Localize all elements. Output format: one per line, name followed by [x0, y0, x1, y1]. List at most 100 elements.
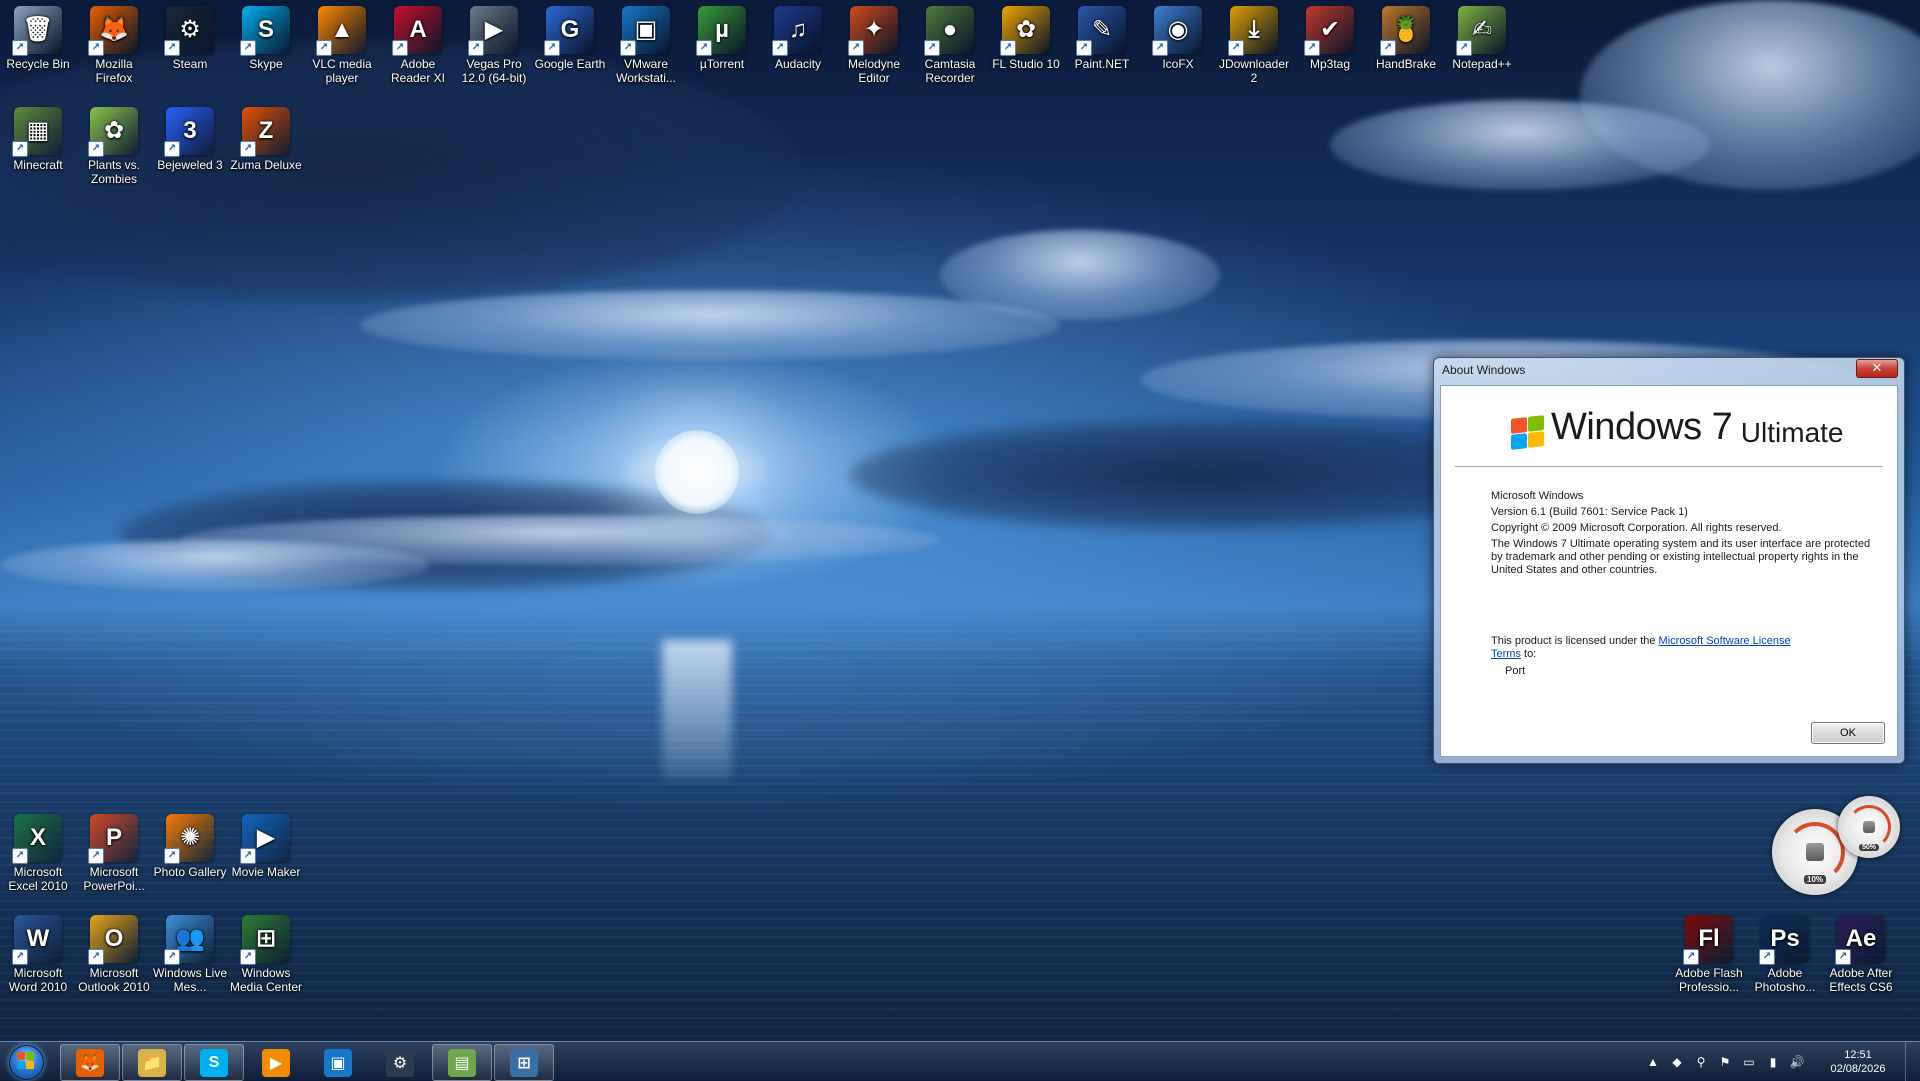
adobe-after-effects-icon: Ae ↗ [1835, 915, 1885, 965]
utorrent-icon: µ ↗ [696, 6, 746, 56]
safely-remove-icon[interactable]: ▭ [1741, 1054, 1757, 1070]
desktop-icon[interactable]: ⤓ ↗ JDownloader 2 [1216, 4, 1292, 85]
desktop-icon[interactable]: ✔ ↗ Mp3tag [1292, 4, 1368, 71]
notification-area: ▲ ◆ ⚲ ⚑ ▭ ▮ 🔊 12:51 02/08/2026 [1641, 1042, 1920, 1081]
close-button[interactable]: ✕ [1856, 359, 1898, 378]
desktop-icon[interactable]: O ↗ Microsoft Outlook 2010 [76, 913, 152, 994]
shortcut-arrow-icon: ↗ [164, 141, 180, 157]
adobe-photoshop-icon: Ps ↗ [1759, 915, 1809, 965]
desktop-icon-label: Adobe After Effects CS6 [1829, 966, 1893, 994]
network-signal-icon[interactable]: ▮ [1765, 1054, 1781, 1070]
steam-icon: ⚙ [386, 1048, 414, 1077]
desktop-icon[interactable]: 🦊 ↗ Mozilla Firefox [76, 4, 152, 85]
wallpaper-cloud [1330, 100, 1710, 190]
desktop-icon-label: Minecraft [13, 158, 63, 172]
desktop-icon[interactable]: ✍ ↗ Notepad++ [1444, 4, 1520, 71]
desktop-icon[interactable]: ▲ ↗ VLC media player [304, 4, 380, 85]
desktop-icon-label: Adobe Flash Professio... [1675, 966, 1743, 994]
desktop-icon[interactable]: ▶ ↗ Movie Maker [228, 812, 304, 879]
desktop-icon[interactable]: P ↗ Microsoft PowerPoi... [76, 812, 152, 893]
desktop-icon[interactable]: 🗑 ↗ Recycle Bin [0, 4, 76, 71]
desktop-icon[interactable]: Ps ↗ Adobe Photosho... [1747, 913, 1823, 994]
desktop-icon[interactable]: ▣ ↗ VMware Workstati... [608, 4, 684, 85]
desktop-icon[interactable]: 👥 ↗ Windows Live Mes... [152, 913, 228, 994]
volume-icon[interactable]: 🔊 [1789, 1054, 1805, 1070]
desktop-icon[interactable]: ✺ ↗ Photo Gallery [152, 812, 228, 879]
desktop-icon-label: JDownloader 2 [1218, 57, 1290, 85]
taskbar-button[interactable]: 🦊 [60, 1044, 120, 1081]
nvidia-icon[interactable]: ◆ [1669, 1054, 1685, 1070]
taskbar-button[interactable]: ▣ [308, 1044, 368, 1081]
about-windows-dialog[interactable]: About Windows ✕ Windows 7 Ultimate Micro… [1433, 357, 1905, 764]
desktop-icon[interactable]: 🍍 ↗ HandBrake [1368, 4, 1444, 71]
license-suffix: to: [1520, 648, 1537, 660]
desktop-icon[interactable]: ♫ ↗ Audacity [760, 4, 836, 71]
shortcut-arrow-icon: ↗ [924, 40, 940, 56]
windows-7-logo: Windows 7 Ultimate [1509, 406, 1844, 450]
desktop-icon[interactable]: µ ↗ µTorrent [684, 4, 760, 71]
photo-gallery-icon: ✺ ↗ [164, 814, 214, 864]
shortcut-arrow-icon: ↗ [1228, 40, 1244, 56]
action-center-flag-icon[interactable]: ⚑ [1717, 1054, 1733, 1070]
desktop-icon-label: Microsoft Excel 2010 [8, 865, 68, 893]
desktop-icon[interactable]: Fl ↗ Adobe Flash Professio... [1671, 913, 1747, 994]
dialog-titlebar[interactable]: About Windows ✕ [1434, 358, 1904, 380]
desktop-icon[interactable]: ● ↗ Camtasia Recorder [912, 4, 988, 85]
taskbar: 🦊 📁 S ▶ ▣ ⚙ ▤ ⊞ ▲ ◆ ⚲ ⚑ ▭ ▮ 🔊 12:51 02/08/2026 [0, 1041, 1920, 1081]
taskbar-button[interactable]: ⊞ [494, 1044, 554, 1081]
desktop-icon[interactable]: 3 ↗ Bejeweled 3 [152, 105, 228, 172]
show-hidden-icons[interactable]: ▲ [1645, 1054, 1661, 1070]
desktop-icon[interactable]: Z ↗ Zuma Deluxe [228, 105, 304, 172]
desktop-icon-label: Paint.NET [1074, 57, 1130, 71]
adobe-reader-icon: A ↗ [392, 6, 442, 56]
skype-icon: S ↗ [240, 6, 290, 56]
shortcut-arrow-icon: ↗ [620, 40, 636, 56]
desktop-icon[interactable]: ▦ ↗ Minecraft [0, 105, 76, 172]
desktop-icon[interactable]: ✎ ↗ Paint.NET [1064, 4, 1140, 71]
desktop-icon[interactable]: ✦ ↗ Melodyne Editor [836, 4, 912, 85]
desktop-icon-label: Windows Live Mes... [152, 966, 228, 994]
shortcut-arrow-icon: ↗ [164, 848, 180, 864]
desktop-icon[interactable]: A ↗ Adobe Reader XI [380, 4, 456, 85]
network-sharing-icon[interactable]: ⚲ [1693, 1054, 1709, 1070]
show-desktop-button[interactable] [1905, 1042, 1920, 1081]
clock[interactable]: 12:51 02/08/2026 [1817, 1048, 1899, 1076]
shortcut-arrow-icon: ↗ [696, 40, 712, 56]
desktop-icon[interactable]: S ↗ Skype [228, 4, 304, 71]
ok-button[interactable]: OK [1811, 722, 1885, 744]
desktop-icon-label: Movie Maker [231, 865, 301, 879]
desktop-icon[interactable]: ✿ ↗ FL Studio 10 [988, 4, 1064, 71]
license-text: This product is licensed under the Micro… [1491, 635, 1791, 661]
desktop-icon[interactable]: G ↗ Google Earth [532, 4, 608, 71]
taskbar-button[interactable]: S [184, 1044, 244, 1081]
desktop-icon[interactable]: W ↗ Microsoft Word 2010 [0, 913, 76, 994]
start-button[interactable] [3, 1043, 49, 1080]
desktop-icon[interactable]: ◉ ↗ IcoFX [1140, 4, 1216, 71]
shortcut-arrow-icon: ↗ [1835, 949, 1851, 965]
desktop-icon-label: Melodyne Editor [847, 57, 901, 85]
shortcut-arrow-icon: ↗ [316, 40, 332, 56]
wallpaper-sun [655, 430, 739, 514]
recycle-bin-icon: 🗑 ↗ [12, 6, 62, 56]
taskbar-button[interactable]: ⚙ [370, 1044, 430, 1081]
windows-flag-icon [1509, 415, 1545, 450]
shortcut-arrow-icon: ↗ [12, 40, 28, 56]
trademark-text: The Windows 7 Ultimate operating system … [1491, 538, 1871, 576]
taskbar-button[interactable]: ▶ [246, 1044, 306, 1081]
desktop-icon[interactable]: ✿ ↗ Plants vs. Zombies [76, 105, 152, 186]
desktop-icon-label: VMware Workstati... [616, 57, 676, 85]
shortcut-arrow-icon: ↗ [544, 40, 560, 56]
desktop-icon[interactable]: ⚙ ↗ Steam [152, 4, 228, 71]
gauge-hub [1806, 843, 1824, 861]
taskbar-button[interactable]: ▤ [432, 1044, 492, 1081]
desktop-icon[interactable]: X ↗ Microsoft Excel 2010 [0, 812, 76, 893]
taskbar-button[interactable]: 📁 [122, 1044, 182, 1081]
shortcut-arrow-icon: ↗ [468, 40, 484, 56]
desktop-icon[interactable]: ▶ ↗ Vegas Pro 12.0 (64-bit) [456, 4, 532, 85]
desktop-icon[interactable]: ⊞ ↗ Windows Media Center [228, 913, 304, 994]
skype-icon: S [200, 1048, 228, 1077]
desktop-icon[interactable]: Ae ↗ Adobe After Effects CS6 [1823, 913, 1899, 994]
desktop-icon-label: Audacity [774, 57, 822, 71]
gauge-hub [1863, 821, 1875, 833]
notepadpp-icon: ✍ ↗ [1456, 6, 1506, 56]
